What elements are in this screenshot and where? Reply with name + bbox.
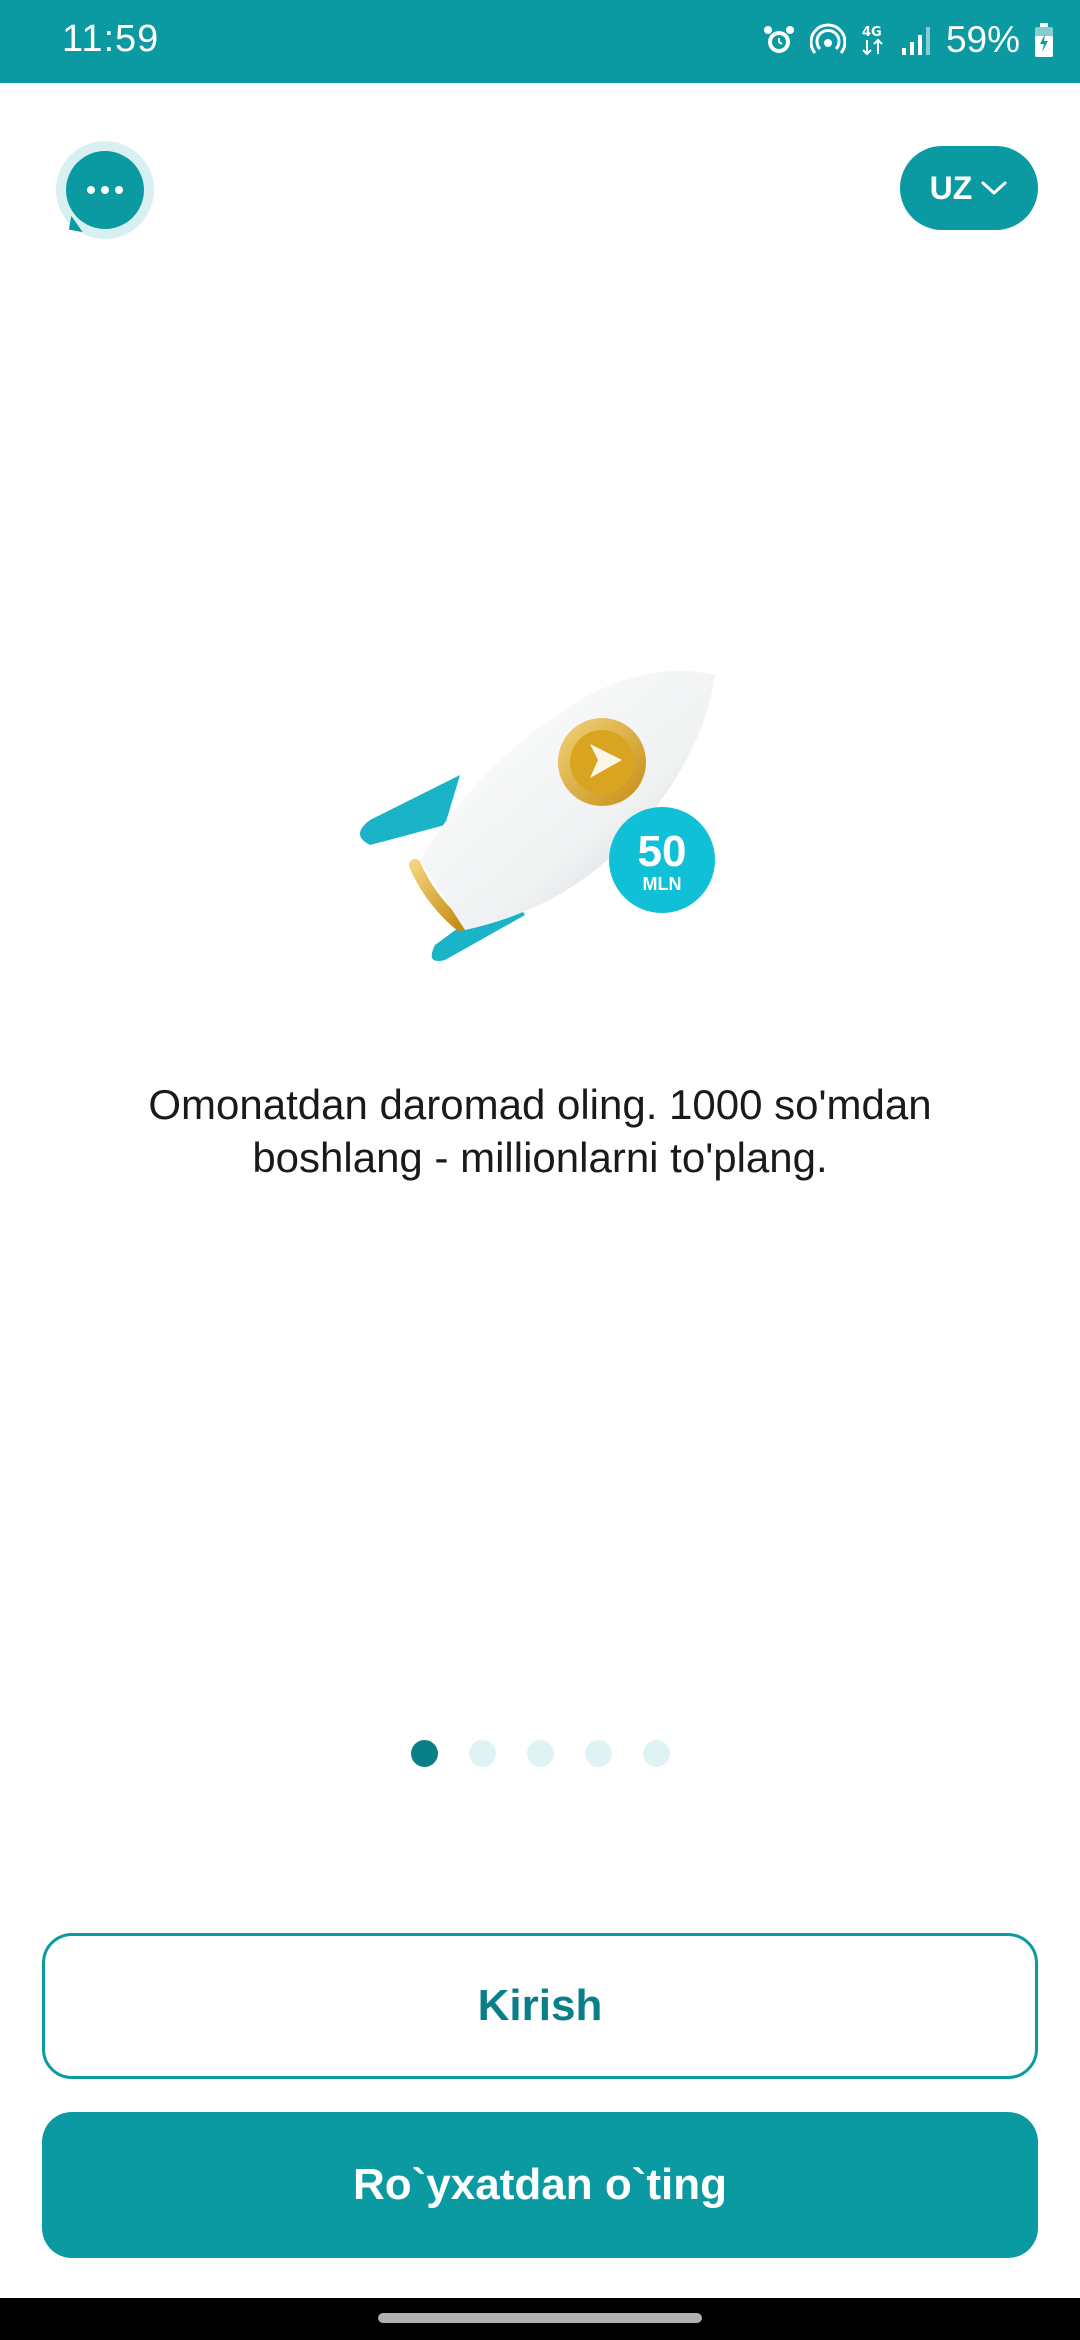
pagination-dots xyxy=(0,1740,1080,1767)
signal-icon xyxy=(901,27,930,55)
alarm-icon xyxy=(763,26,794,53)
network-4g-icon: 4G xyxy=(862,25,883,56)
status-bar: 11:59 4G 59% xyxy=(0,0,1080,83)
home-indicator[interactable] xyxy=(378,2313,702,2323)
register-button[interactable]: Ro`yxatdan o`ting xyxy=(42,2112,1038,2258)
pagination-dot-3[interactable] xyxy=(526,1740,554,1767)
support-chat-button[interactable] xyxy=(56,141,154,239)
rocket-icon: 50 MLN xyxy=(360,670,715,961)
pagination-dot-5[interactable] xyxy=(642,1740,670,1767)
language-label: UZ xyxy=(929,169,973,206)
language-selector[interactable]: UZ xyxy=(900,146,1038,230)
status-icons: 4G 59% xyxy=(762,14,1054,66)
login-button[interactable]: Kirish xyxy=(42,1933,1038,2079)
navigation-bar xyxy=(0,2298,1080,2340)
badge-unit: MLN xyxy=(643,874,682,894)
pagination-dot-2[interactable] xyxy=(468,1740,496,1767)
chat-bubble-icon xyxy=(66,151,144,229)
slide-description: Omonatdan daromad oling. 1000 so'mdan bo… xyxy=(148,1081,932,1181)
svg-text:4G: 4G xyxy=(862,25,882,40)
chevron-down-icon xyxy=(981,181,1007,195)
pagination-dot-1[interactable] xyxy=(410,1740,438,1767)
battery-charging-icon xyxy=(1035,23,1053,57)
status-time: 11:59 xyxy=(62,18,160,60)
battery-percent: 59% xyxy=(945,19,1020,60)
badge-value: 50 xyxy=(638,827,687,876)
hotspot-icon xyxy=(809,23,846,54)
pagination-dot-4[interactable] xyxy=(584,1740,612,1767)
